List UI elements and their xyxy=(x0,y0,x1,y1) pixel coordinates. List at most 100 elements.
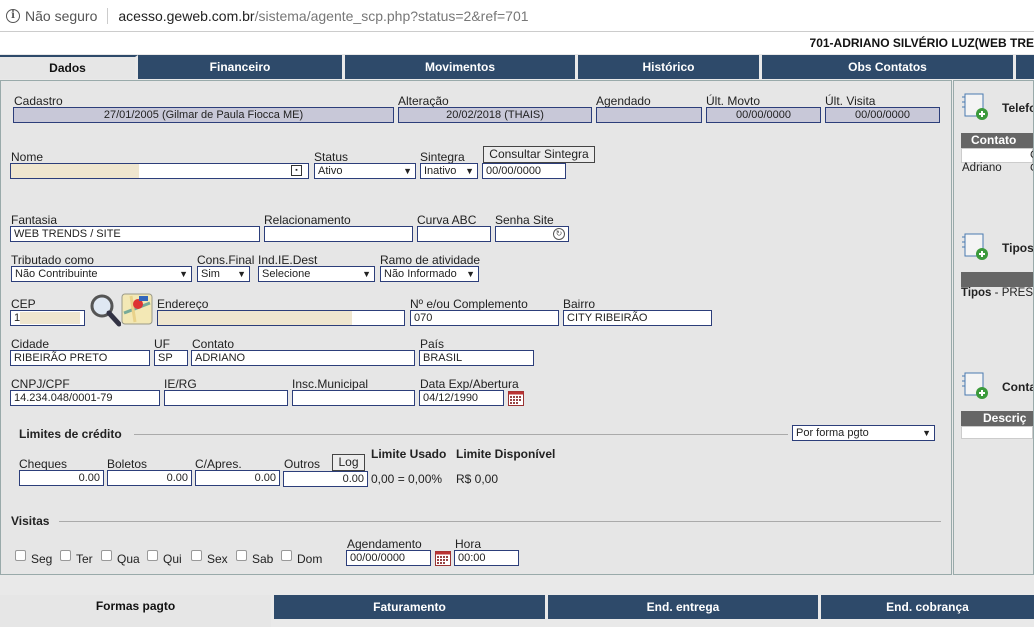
tributado-select[interactable]: Não Contribuinte ▼ xyxy=(11,266,192,282)
pais-input[interactable]: BRASIL xyxy=(419,350,534,366)
agent-title: 701-ADRIANO SILVÉRIO LUZ(WEB TRE xyxy=(809,36,1034,50)
tab-formas-pagto[interactable]: Formas pagto xyxy=(0,595,274,627)
endereco-input[interactable] xyxy=(157,310,405,326)
chevron-down-icon: ▼ xyxy=(237,269,246,279)
cons-final-select[interactable]: Sim ▼ xyxy=(197,266,250,282)
chevron-down-icon: ▼ xyxy=(922,428,931,438)
tributado-value: Não Contribuinte xyxy=(15,268,98,280)
cep-input[interactable]: 1 xyxy=(10,310,85,326)
search-cep-icon[interactable] xyxy=(89,293,121,327)
day-label-qui: Qui xyxy=(163,552,182,566)
boletos-input[interactable]: 0.00 xyxy=(107,470,192,486)
checkbox-sab[interactable] xyxy=(236,550,247,561)
senha-site-input[interactable]: ↻ xyxy=(495,226,569,242)
numero-label: Nº e/ou Complemento xyxy=(410,297,528,311)
divider xyxy=(134,434,788,435)
checkbox-dom[interactable] xyxy=(281,550,292,561)
chevron-down-icon: ▼ xyxy=(465,166,474,176)
sintegra-select[interactable]: Inativo ▼ xyxy=(420,163,478,179)
day-label-sex: Sex xyxy=(207,552,228,566)
tab-end-entrega[interactable]: End. entrega xyxy=(548,595,821,619)
limite-disponivel-value: R$ 0,00 xyxy=(456,472,499,486)
agendado-label: Agendado xyxy=(596,94,651,108)
cons-final-label: Cons.Final xyxy=(197,253,255,267)
checkbox-sex[interactable] xyxy=(191,550,202,561)
c-apres-input[interactable]: 0.00 xyxy=(195,470,280,486)
url-text[interactable]: acesso.geweb.com.br/sistema/agente_scp.p… xyxy=(118,8,528,24)
sintegra-value: Inativo xyxy=(424,165,457,177)
relacionamento-label: Relacionamento xyxy=(264,213,351,227)
tab-financeiro[interactable]: Financeiro xyxy=(138,55,345,79)
forma-pgto-select[interactable]: Por forma pgto ▼ xyxy=(792,425,935,441)
tipos-line-label: Tipos xyxy=(961,287,992,299)
ie-rg-input[interactable] xyxy=(164,390,288,406)
insc-municipal-input[interactable] xyxy=(292,390,415,406)
refresh-icon[interactable]: ↻ xyxy=(553,228,565,240)
cons-final-value: Sim xyxy=(201,268,220,280)
keyboard-icon[interactable]: ▪ xyxy=(291,165,302,176)
log-button[interactable]: Log xyxy=(332,454,365,471)
uf-input[interactable]: SP xyxy=(154,350,188,366)
add-phone-icon[interactable] xyxy=(962,91,988,121)
ult-visita-field: 00/00/0000 xyxy=(825,107,940,123)
checkbox-qui[interactable] xyxy=(147,550,158,561)
cidade-input[interactable]: RIBEIRÃO PRETO xyxy=(10,350,150,366)
agendamento-input[interactable]: 00/00/0000 xyxy=(346,550,431,566)
side-panel: Telefo Contato C Adriano C Tipos Tipos -… xyxy=(953,80,1034,575)
bairro-input[interactable]: CITY RIBEIRÃO xyxy=(563,310,712,326)
checkbox-qua[interactable] xyxy=(101,550,112,561)
tab-end-cobranca[interactable]: End. cobrança xyxy=(821,595,1034,619)
numero-input[interactable]: 070 xyxy=(410,310,559,326)
descricao-header-label: Descriç xyxy=(983,411,1027,425)
curva-abc-input[interactable] xyxy=(417,226,491,242)
status-label: Status xyxy=(314,150,349,164)
contato-row-col2: C xyxy=(1030,162,1033,174)
chevron-down-icon: ▼ xyxy=(362,269,371,279)
visitas-title: Visitas xyxy=(11,514,50,528)
agent-title-bar: 701-ADRIANO SILVÉRIO LUZ(WEB TRE xyxy=(0,32,1034,54)
top-tabs: Dados Financeiro Movimentos Histórico Ob… xyxy=(0,55,1034,79)
tipos-line: Tipos - PRES xyxy=(961,287,1033,299)
sintegra-date-input[interactable]: 00/00/0000 xyxy=(482,163,566,179)
calendar-icon[interactable] xyxy=(508,391,524,406)
contato-header-label: Contato xyxy=(971,133,1017,147)
endereco-label: Endereço xyxy=(157,297,209,311)
ramo-select[interactable]: Não Informado ▼ xyxy=(380,266,479,282)
browser-address-bar[interactable]: i Não seguro acesso.geweb.com.br/sistema… xyxy=(0,0,1034,32)
forma-pgto-value: Por forma pgto xyxy=(796,427,869,439)
contato-input[interactable]: ADRIANO xyxy=(191,350,415,366)
cnpj-input[interactable]: 14.234.048/0001-79 xyxy=(10,390,160,406)
tab-historico[interactable]: Histórico xyxy=(578,55,762,79)
ramo-label: Ramo de atividade xyxy=(380,253,481,267)
ult-movto-label: Últ. Movto xyxy=(706,94,761,108)
nome-input[interactable]: ▪ xyxy=(10,163,309,179)
checkbox-ter[interactable] xyxy=(60,550,71,561)
status-select[interactable]: Ativo ▼ xyxy=(314,163,416,179)
consultar-sintegra-button[interactable]: Consultar Sintegra xyxy=(483,146,595,163)
fantasia-input[interactable]: WEB TRENDS / SITE xyxy=(10,226,260,242)
tab-faturamento[interactable]: Faturamento xyxy=(274,595,548,619)
outros-label: Outros xyxy=(284,457,321,471)
hora-input[interactable]: 00:00 xyxy=(454,550,519,566)
info-icon[interactable]: i xyxy=(6,8,20,23)
add-tipos-icon[interactable] xyxy=(962,231,988,261)
outros-input[interactable]: 0.00 xyxy=(283,471,368,487)
tab-movimentos[interactable]: Movimentos xyxy=(345,55,578,79)
map-icon[interactable] xyxy=(121,293,153,325)
divider xyxy=(59,521,941,522)
calendar-icon[interactable] xyxy=(435,551,451,566)
limite-usado-label: Limite Usado xyxy=(371,447,447,461)
tab-obs-contatos[interactable]: Obs Contatos xyxy=(762,55,1016,79)
relacionamento-input[interactable] xyxy=(264,226,413,242)
data-exp-input[interactable]: 04/12/1990 xyxy=(419,390,504,406)
day-label-qua: Qua xyxy=(117,552,140,566)
checkbox-seg[interactable] xyxy=(15,550,26,561)
ind-ie-dest-select[interactable]: Selecione ▼ xyxy=(258,266,375,282)
alteracao-label: Alteração xyxy=(398,94,449,108)
dados-panel: Cadastro 27/01/2005 (Gilmar de Paula Fio… xyxy=(0,80,952,575)
cheques-input[interactable]: 0.00 xyxy=(19,470,104,486)
add-contas-icon[interactable] xyxy=(962,370,988,400)
tab-overflow[interactable] xyxy=(1016,55,1034,79)
ult-movto-field: 00/00/0000 xyxy=(706,107,821,123)
tab-dados[interactable]: Dados xyxy=(0,55,138,79)
